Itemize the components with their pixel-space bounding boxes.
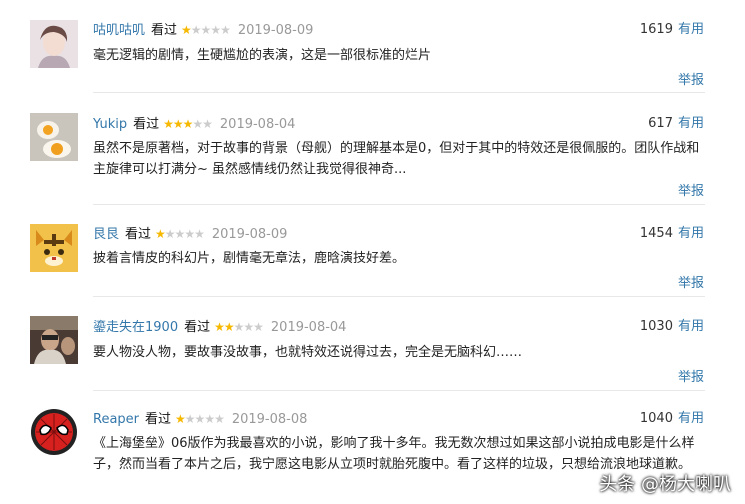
watched-label: 看过: [133, 117, 160, 132]
review-date: 2019-08-08: [231, 412, 308, 427]
vote-count: 1619: [639, 22, 673, 37]
rating-stars: ★★★★★: [155, 227, 205, 241]
reviewer-name[interactable]: Reaper: [93, 412, 139, 427]
rating-stars: ★★★★★: [175, 412, 225, 426]
review-text: 披着言情皮的科幻片，剧情毫无章法，鹿晗演技好差。: [93, 251, 406, 266]
user-avatar[interactable]: [30, 113, 78, 161]
review-date: 2019-08-09: [211, 227, 288, 242]
user-avatar[interactable]: [30, 20, 78, 68]
report-link[interactable]: 举报: [678, 272, 704, 291]
watched-label: 看过: [145, 412, 172, 427]
rating-stars: ★★★★★: [163, 117, 213, 131]
divider: [93, 92, 705, 93]
review-date: 2019-08-09: [237, 23, 314, 38]
useful-button[interactable]: 有用: [678, 319, 704, 334]
review-text: 《上海堡垒》06版作为我最喜欢的小说，影响了我十多年。我无数次想过如果这部小说拍…: [93, 436, 695, 472]
review-text: 要人物没人物，要故事没故事，也就特效还说得过去，完全是无脑科幻……: [93, 345, 523, 360]
vote-count: 617: [648, 116, 673, 131]
rating-stars: ★★★★★: [214, 320, 264, 334]
review-date: 2019-08-04: [270, 320, 347, 335]
divider: [93, 204, 705, 205]
divider: [93, 390, 705, 391]
review-text: 毫无逻辑的剧情，生硬尴尬的表演，这是一部很标准的烂片: [93, 48, 432, 63]
vote-count: 1040: [639, 411, 673, 426]
useful-button[interactable]: 有用: [678, 411, 704, 426]
watched-label: 看过: [151, 23, 178, 38]
user-avatar[interactable]: [30, 224, 78, 272]
vote-count: 1454: [639, 226, 673, 241]
reviewer-name[interactable]: 咕叽咕叽: [93, 23, 145, 38]
rating-stars: ★★★★★: [181, 23, 231, 37]
report-link[interactable]: 举报: [678, 366, 704, 385]
review-date: 2019-08-04: [219, 117, 296, 132]
useful-button[interactable]: 有用: [678, 116, 704, 131]
reviewer-name[interactable]: Yukip: [93, 117, 127, 132]
watched-label: 看过: [184, 320, 211, 335]
reviewer-name[interactable]: 鎏走失在1900: [93, 320, 178, 335]
useful-button[interactable]: 有用: [678, 226, 704, 241]
useful-button[interactable]: 有用: [678, 22, 704, 37]
reviewer-name[interactable]: 艮艮: [93, 227, 119, 242]
user-avatar[interactable]: [30, 316, 78, 364]
watched-label: 看过: [125, 227, 152, 242]
review-text: 虽然不是原著档，对于故事的背景（母舰）的理解基本是0，但对于其中的特效还是很佩服…: [93, 141, 700, 177]
watermark: 头条 @杨大喇叭: [599, 474, 731, 495]
report-link[interactable]: 举报: [678, 69, 704, 88]
divider: [93, 296, 705, 297]
user-avatar[interactable]: [30, 408, 78, 456]
report-link[interactable]: 举报: [678, 180, 704, 199]
vote-count: 1030: [639, 319, 673, 334]
